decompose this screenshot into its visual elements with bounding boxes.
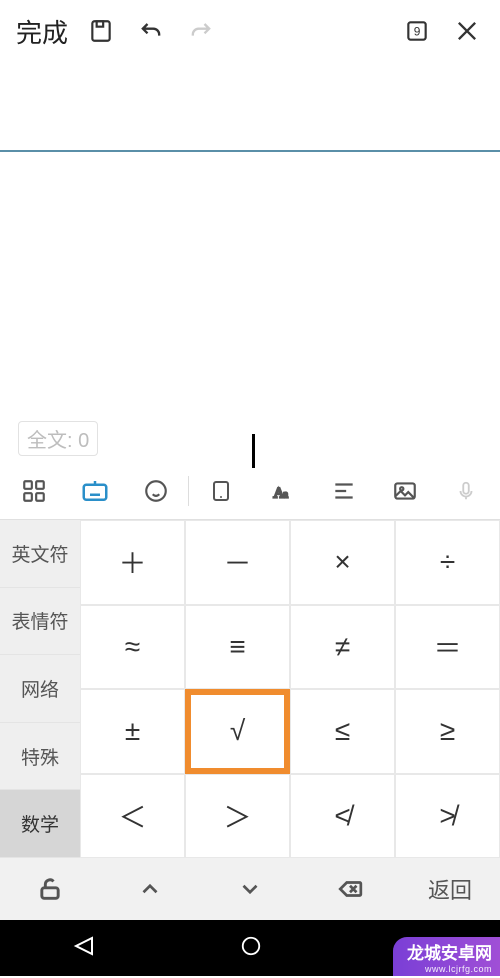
symbol-key[interactable]: ≯	[395, 774, 500, 859]
screen-icon[interactable]	[191, 462, 250, 520]
image-icon[interactable]	[375, 462, 434, 520]
symbol-grid: ＋ － × ÷ ≈ ≡ ≠ ＝ ± √ ≤ ≥ ＜ ＞ ≮ ≯	[80, 520, 500, 858]
return-button[interactable]: 返回	[400, 858, 500, 920]
symbol-key[interactable]: ≈	[80, 605, 185, 690]
symbol-key[interactable]: ＋	[80, 520, 185, 605]
symbol-key[interactable]: ÷	[395, 520, 500, 605]
text-cursor	[252, 434, 255, 468]
mic-icon[interactable]	[437, 462, 496, 520]
category-emoji[interactable]: 表情符	[0, 588, 80, 656]
symbol-keyboard: 英文符 表情符 网络 特殊 数学 ＋ － × ÷ ≈ ≡ ≠ ＝ ± √ ≤ ≥…	[0, 520, 500, 858]
symbol-key-sqrt[interactable]: √	[185, 689, 290, 774]
nav-home-icon[interactable]	[240, 935, 262, 962]
save-icon[interactable]	[76, 0, 126, 62]
editor-body[interactable]: 全文: 0	[0, 152, 500, 462]
symbol-key[interactable]: ≥	[395, 689, 500, 774]
chevron-down-icon[interactable]	[200, 858, 300, 920]
symbol-key[interactable]: ≡	[185, 605, 290, 690]
char-counter: 全文: 0	[18, 421, 98, 456]
category-network[interactable]: 网络	[0, 655, 80, 723]
symbol-key[interactable]: ×	[290, 520, 395, 605]
font-icon[interactable]: Aa	[253, 462, 312, 520]
system-navbar: 龙城安卓网 www.lcjrfg.com	[0, 920, 500, 976]
apps-icon[interactable]	[4, 462, 63, 520]
top-toolbar: 完成 9	[0, 0, 500, 62]
chevron-up-icon[interactable]	[100, 858, 200, 920]
nav-back-icon[interactable]	[72, 934, 96, 963]
undo-icon[interactable]	[126, 0, 176, 62]
keyboard-icon[interactable]	[65, 462, 124, 520]
close-icon[interactable]	[442, 0, 492, 62]
symbol-key[interactable]: ≤	[290, 689, 395, 774]
symbol-key[interactable]: －	[185, 520, 290, 605]
align-icon[interactable]	[314, 462, 373, 520]
done-button[interactable]: 完成	[16, 13, 68, 50]
redo-icon	[176, 0, 226, 62]
svg-text:a: a	[283, 488, 288, 500]
category-column: 英文符 表情符 网络 特殊 数学	[0, 520, 80, 858]
category-math[interactable]: 数学	[0, 790, 80, 858]
emoji-icon[interactable]	[127, 462, 186, 520]
symbol-key[interactable]: ＝	[395, 605, 500, 690]
symbol-key[interactable]: ≠	[290, 605, 395, 690]
symbol-key[interactable]: ≮	[290, 774, 395, 859]
symbol-key[interactable]: ＜	[80, 774, 185, 859]
lock-icon[interactable]	[0, 858, 100, 920]
format-toolbar: Aa	[0, 462, 500, 520]
title-area[interactable]	[0, 62, 500, 152]
backspace-icon[interactable]	[300, 858, 400, 920]
watermark-url: www.lcjrfg.com	[407, 964, 492, 974]
category-special[interactable]: 特殊	[0, 723, 80, 791]
symbol-key[interactable]: ±	[80, 689, 185, 774]
watermark-title: 龙城安卓网	[407, 939, 492, 964]
watermark: 龙城安卓网 www.lcjrfg.com	[393, 937, 500, 976]
badge-icon[interactable]: 9	[392, 0, 442, 62]
toolbar-divider	[188, 476, 189, 506]
symbol-key[interactable]: ＞	[185, 774, 290, 859]
keyboard-bottom-row: 返回	[0, 858, 500, 920]
svg-text:9: 9	[414, 24, 421, 38]
category-english[interactable]: 英文符	[0, 520, 80, 588]
